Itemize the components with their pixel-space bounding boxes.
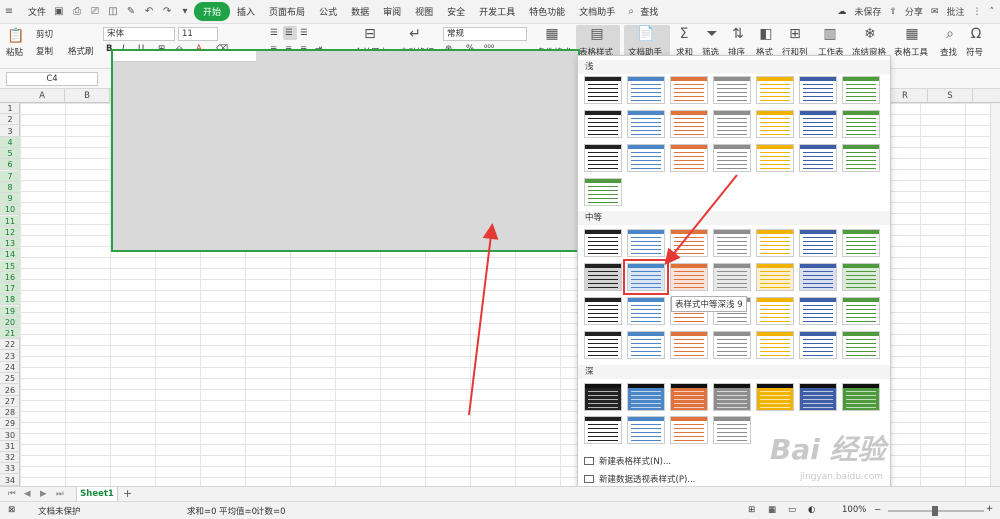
zoom-level[interactable]: 100% — [842, 505, 866, 515]
prev-sheet-icon[interactable]: ◀ — [24, 489, 31, 499]
sheet-bar: ⏮ ◀ ▶ ⏭ Sheet1 + — [0, 486, 1000, 502]
status-sum: 求和=0 — [187, 507, 217, 517]
next-sheet-icon[interactable]: ▶ — [40, 489, 47, 499]
status-bar: ⊠ 文档未保护 求和=0 平均值=0 计数=0 ⊞ ▦ ▭ ◐ 100% − + — [0, 501, 1000, 519]
watermark-url: jingyan.baidu.com — [800, 472, 884, 482]
page-layout-icon[interactable]: ▭ — [788, 505, 796, 515]
normal-view-icon[interactable]: ⊞ — [748, 505, 755, 515]
arrow-to-selection — [468, 223, 499, 416]
reading-icon[interactable]: ◐ — [808, 505, 815, 515]
zoom-slider-thumb[interactable] — [932, 506, 938, 516]
protect-icon: ⊠ — [8, 505, 16, 515]
status-average: 平均值=0 — [219, 507, 258, 517]
first-sheet-icon[interactable]: ⏮ — [8, 489, 16, 499]
zoom-in-icon[interactable]: + — [986, 504, 993, 514]
arrow-to-style — [664, 174, 738, 266]
doc-protect-status[interactable]: 文档未保护 — [38, 505, 81, 517]
add-sheet-button[interactable]: + — [123, 487, 132, 500]
page-break-icon[interactable]: ▦ — [768, 505, 776, 515]
status-count: 计数=0 — [256, 507, 286, 517]
sheet-tab-sheet1[interactable]: Sheet1 — [76, 487, 118, 502]
zoom-out-icon[interactable]: − — [874, 505, 881, 515]
last-sheet-icon[interactable]: ⏭ — [56, 489, 64, 499]
watermark-logo: Bai 经验 — [770, 433, 886, 466]
